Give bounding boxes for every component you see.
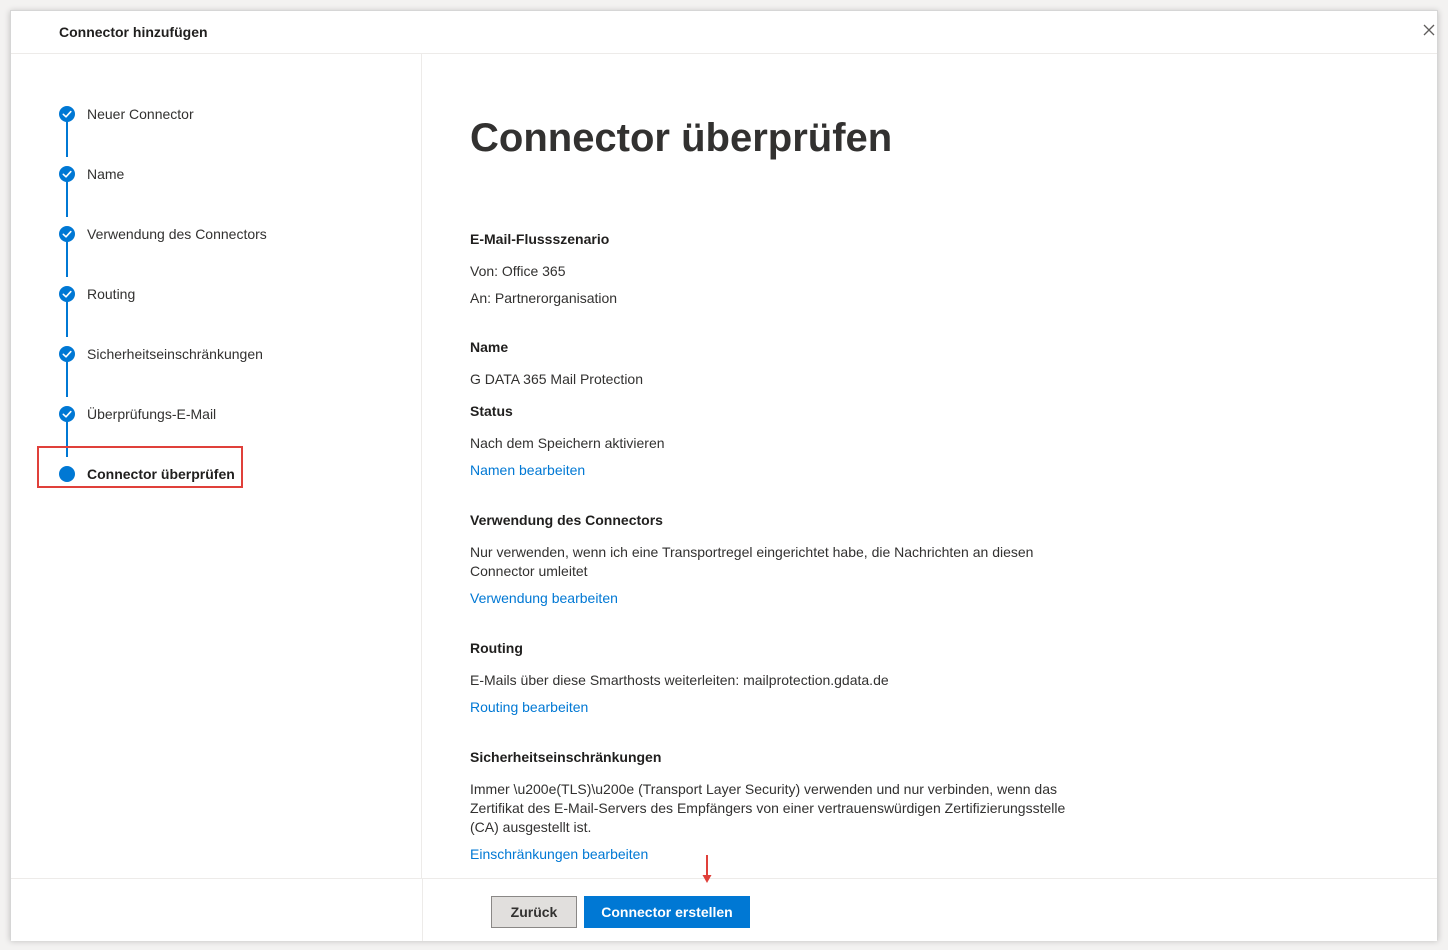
routing-value: E-Mails über diese Smarthosts weiterleit… [470,672,889,688]
checkmark-circle-icon [59,406,75,422]
close-button[interactable] [1421,22,1437,38]
section-title-flow: E-Mail-Flussszenario [470,231,610,247]
back-button[interactable]: Zurück [491,896,577,928]
step-connector-line [66,181,68,217]
name-value: G DATA 365 Mail Protection [470,371,643,387]
step-connector-line [66,121,68,157]
edit-restrictions-link[interactable]: Einschränkungen bearbeiten [470,846,648,862]
checkmark-circle-icon [59,286,75,302]
annotation-highlight-box [37,446,243,488]
add-connector-panel: Connector hinzufügen Neuer Connector Nam… [10,10,1439,941]
flow-to: An: Partnerorganisation [470,290,618,306]
security-value: Immer \u200e(TLS)\u200e (Transport Layer… [470,781,1066,835]
section-title-name: Name [470,339,509,355]
step-connector-line [66,361,68,397]
step-label: Verwendung des Connectors [87,226,267,242]
checkmark-circle-icon [59,106,75,122]
edit-name-link[interactable]: Namen bearbeiten [470,462,585,478]
step-label: Neuer Connector [87,106,194,122]
edit-routing-link[interactable]: Routing bearbeiten [470,699,588,715]
section-title-routing: Routing [470,640,523,656]
step-label: Sicherheitseinschränkungen [87,346,263,362]
wizard-steps: Neuer Connector Name Verwendung des Conn… [11,54,422,878]
step-label: Überprüfungs-E-Mail [87,406,217,422]
step-connector-line [66,241,68,277]
page-title: Connector überprüfen [470,116,893,160]
section-title-status: Status [470,403,513,419]
section-title-usage: Verwendung des Connectors [470,512,663,528]
footer-divider [422,879,423,941]
checkmark-circle-icon [59,226,75,242]
step-label: Routing [87,286,136,302]
edit-usage-link[interactable]: Verwendung bearbeiten [470,590,618,606]
arrow-down-icon [702,855,712,883]
step-label: Name [87,166,125,182]
close-icon [1423,24,1435,36]
review-content: Connector überprüfen E-Mail-Flussszenari… [422,54,1439,878]
panel-header: Connector hinzufügen [11,11,1437,54]
usage-value: Nur verwenden, wenn ich eine Transportre… [470,544,1034,579]
checkmark-circle-icon [59,346,75,362]
panel-footer: Zurück Connector erstellen [11,878,1437,941]
create-connector-button[interactable]: Connector erstellen [584,896,750,928]
flow-from: Von: Office 365 [470,263,566,279]
checkmark-circle-icon [59,166,75,182]
step-connector-line [66,301,68,337]
status-value: Nach dem Speichern aktivieren [470,435,665,451]
panel-title: Connector hinzufügen [59,24,208,40]
section-title-security: Sicherheitseinschränkungen [470,749,662,765]
